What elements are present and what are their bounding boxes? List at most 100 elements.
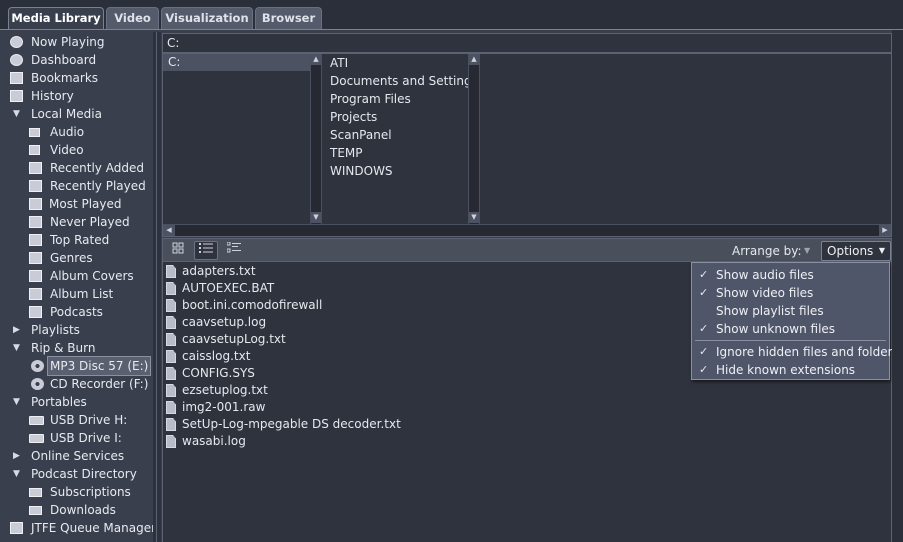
media-library-tree: Now Playing Dashboard Bookmarks History … (5, 32, 153, 542)
sidebar-item-downloads[interactable]: Downloads (29, 501, 150, 519)
collapse-arrow-icon[interactable]: ▶ (13, 447, 23, 465)
podcast-icon (29, 306, 42, 318)
queue-icon (10, 522, 23, 534)
sidebar-item-podcast-directory[interactable]: ▼ Podcast Directory (10, 465, 150, 483)
expand-arrow-icon[interactable]: ▼ (13, 339, 23, 357)
list-view-icon (199, 243, 213, 253)
menu-item-show-audio-files[interactable]: ✓ Show audio files (692, 266, 889, 284)
sidebar-splitter[interactable] (153, 32, 161, 542)
tab-underline (0, 29, 903, 30)
sidebar-item-history[interactable]: History (10, 87, 150, 105)
sidebar-item-usb-drive-h[interactable]: USB Drive H: (29, 411, 150, 429)
grid-view-icon (172, 242, 184, 254)
icon-view-button[interactable] (166, 241, 190, 260)
folder-column-scrollbar[interactable]: ▲ ▼ (468, 54, 480, 224)
sidebar-item-rip-and-burn[interactable]: ▼ Rip & Burn (10, 339, 150, 357)
window-right-edge (892, 30, 903, 542)
drive-column: C: (163, 54, 310, 224)
sidebar-item-cd-recorder[interactable]: CD Recorder (F:) (29, 375, 150, 393)
tab-visualization[interactable]: Visualization (161, 7, 253, 30)
sidebar-item-recently-added[interactable]: Recently Added (29, 159, 150, 177)
sidebar-item-online-services[interactable]: ▶ Online Services (10, 447, 150, 465)
file-icon (166, 350, 176, 363)
file-icon (166, 299, 176, 312)
tab-media-library[interactable]: Media Library (8, 7, 104, 30)
sidebar-item-mp3-disc[interactable]: MP3 Disc 57 (E:) (29, 356, 152, 376)
file-icon (166, 265, 176, 278)
bookmark-icon (10, 72, 23, 84)
sidebar-item-most-played[interactable]: Most Played (29, 195, 150, 213)
scroll-down-icon[interactable]: ▼ (469, 212, 479, 223)
scroll-up-icon[interactable]: ▲ (469, 54, 479, 65)
sidebar-item-recently-played[interactable]: Recently Played (29, 177, 150, 195)
browser-horizontal-scrollbar[interactable]: ◀ ▶ (163, 224, 891, 236)
scroll-right-icon[interactable]: ▶ (879, 225, 891, 236)
options-button[interactable]: Options ▼ (821, 241, 891, 261)
drive-item-c[interactable]: C: (163, 54, 310, 71)
folder-item[interactable]: WINDOWS (330, 162, 393, 180)
sidebar-item-top-rated[interactable]: Top Rated (29, 231, 150, 249)
sidebar-item-dashboard[interactable]: Dashboard (10, 51, 150, 69)
smart-view-icon (29, 216, 42, 228)
check-icon: ✓ (699, 286, 709, 299)
menu-item-show-unknown-files[interactable]: ✓ Show unknown files (692, 320, 889, 338)
menu-item-show-video-files[interactable]: ✓ Show video files (692, 284, 889, 302)
folder-item[interactable]: ScanPanel (330, 126, 392, 144)
options-menu: ✓ Show audio files ✓ Show video files Sh… (691, 262, 899, 380)
expand-arrow-icon[interactable]: ▼ (13, 465, 23, 483)
expand-arrow-icon[interactable]: ▼ (13, 393, 23, 411)
sidebar-item-local-media[interactable]: ▼ Local Media (10, 105, 150, 123)
sidebar-item-portables[interactable]: ▼ Portables (10, 393, 150, 411)
folder-column: ATI Documents and Settings Program Files… (323, 54, 478, 224)
folder-item[interactable]: TEMP (330, 144, 363, 162)
smart-view-icon (29, 162, 42, 174)
list-view-button[interactable] (194, 241, 218, 260)
check-icon: ✓ (699, 345, 709, 358)
folder-icon (29, 270, 42, 282)
top-tab-bar: Media Library Video Visualization Browse… (0, 0, 903, 30)
disc-icon (31, 360, 44, 372)
play-icon (10, 36, 23, 48)
history-icon (10, 90, 23, 102)
file-icon (166, 435, 176, 448)
file-icon (166, 367, 176, 380)
sidebar-item-never-played[interactable]: Never Played (29, 213, 150, 231)
details-view-icon (226, 241, 241, 253)
folder-icon (29, 488, 42, 497)
path-bar[interactable]: C: (162, 33, 892, 53)
sidebar-item-album-list[interactable]: Album List (29, 285, 150, 303)
drive-column-scrollbar[interactable]: ▲ ▼ (310, 54, 322, 224)
sidebar-item-audio[interactable]: Audio (29, 123, 150, 141)
folder-item[interactable]: Program Files (330, 90, 411, 108)
scroll-left-icon[interactable]: ◀ (163, 225, 175, 236)
scroll-up-icon[interactable]: ▲ (311, 54, 321, 65)
collapse-arrow-icon[interactable]: ▶ (13, 321, 23, 339)
menu-item-show-playlist-files[interactable]: Show playlist files (692, 302, 889, 320)
sidebar-item-now-playing[interactable]: Now Playing (10, 33, 150, 51)
expand-arrow-icon[interactable]: ▼ (13, 105, 23, 123)
sidebar-item-playlists[interactable]: ▶ Playlists (10, 321, 150, 339)
smart-view-icon (29, 180, 42, 192)
arrange-by-dropdown-icon[interactable]: ▼ (804, 239, 810, 263)
menu-item-hide-known-extensions[interactable]: ✓ Hide known extensions (692, 361, 889, 379)
sidebar-item-genres[interactable]: Genres (29, 249, 150, 267)
sidebar-item-subscriptions[interactable]: Subscriptions (29, 483, 150, 501)
sidebar-item-bookmarks[interactable]: Bookmarks (10, 69, 150, 87)
folder-item[interactable]: ATI (330, 54, 348, 72)
arrange-by-label: Arrange by: (732, 244, 802, 258)
folder-item[interactable]: Projects (330, 108, 377, 126)
tab-browser[interactable]: Browser (255, 7, 322, 30)
file-icon (166, 401, 176, 414)
sidebar-item-usb-drive-i[interactable]: USB Drive I: (29, 429, 150, 447)
details-view-button[interactable] (222, 241, 246, 260)
sidebar-item-album-covers[interactable]: Album Covers (29, 267, 150, 285)
menu-item-ignore-hidden-files[interactable]: ✓ Ignore hidden files and folders (692, 343, 899, 361)
smart-view-icon (29, 198, 42, 210)
folder-item[interactable]: Documents and Settings (330, 72, 478, 90)
sidebar-item-jtfe-queue-manager[interactable]: JTFE Queue Manager (10, 519, 153, 537)
file-icon (166, 384, 176, 397)
sidebar-item-podcasts[interactable]: Podcasts (29, 303, 150, 321)
tab-video[interactable]: Video (106, 7, 159, 30)
sidebar-item-video[interactable]: Video (29, 141, 150, 159)
scroll-down-icon[interactable]: ▼ (311, 212, 321, 223)
